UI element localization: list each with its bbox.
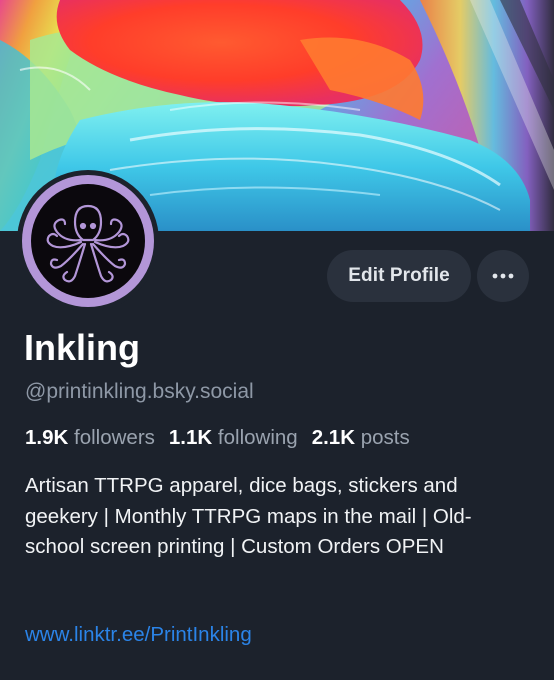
more-options-button[interactable] xyxy=(477,250,529,302)
profile-bio: Artisan TTRPG apparel, dice bags, sticke… xyxy=(25,474,472,558)
ellipsis-icon xyxy=(492,273,514,279)
avatar[interactable] xyxy=(17,170,159,312)
posts-stat: 2.1K posts xyxy=(312,424,410,452)
followers-count: 1.9K xyxy=(25,426,69,449)
profile-link[interactable]: www.linktr.ee/PrintInkling xyxy=(25,621,252,649)
following-count: 1.1K xyxy=(168,426,213,449)
posts-count: 2.1K xyxy=(311,426,356,449)
following-label: following xyxy=(217,426,298,449)
edit-profile-label: Edit Profile xyxy=(348,265,450,286)
edit-profile-button[interactable]: Edit Profile xyxy=(327,250,471,302)
profile-handle: @printinkling.bsky.social xyxy=(25,380,254,403)
followers-label: followers xyxy=(74,426,155,449)
posts-label: posts xyxy=(360,426,410,449)
octopus-avatar xyxy=(31,184,145,298)
display-name: Inkling xyxy=(24,327,140,368)
following-stat[interactable]: 1.1K following xyxy=(169,424,298,452)
profile-stats: 1.9K followers 1.1K following 2.1K posts xyxy=(25,424,410,452)
avatar-ring xyxy=(22,175,154,307)
octopus-icon xyxy=(46,204,130,283)
followers-stat[interactable]: 1.9K followers xyxy=(25,424,155,452)
